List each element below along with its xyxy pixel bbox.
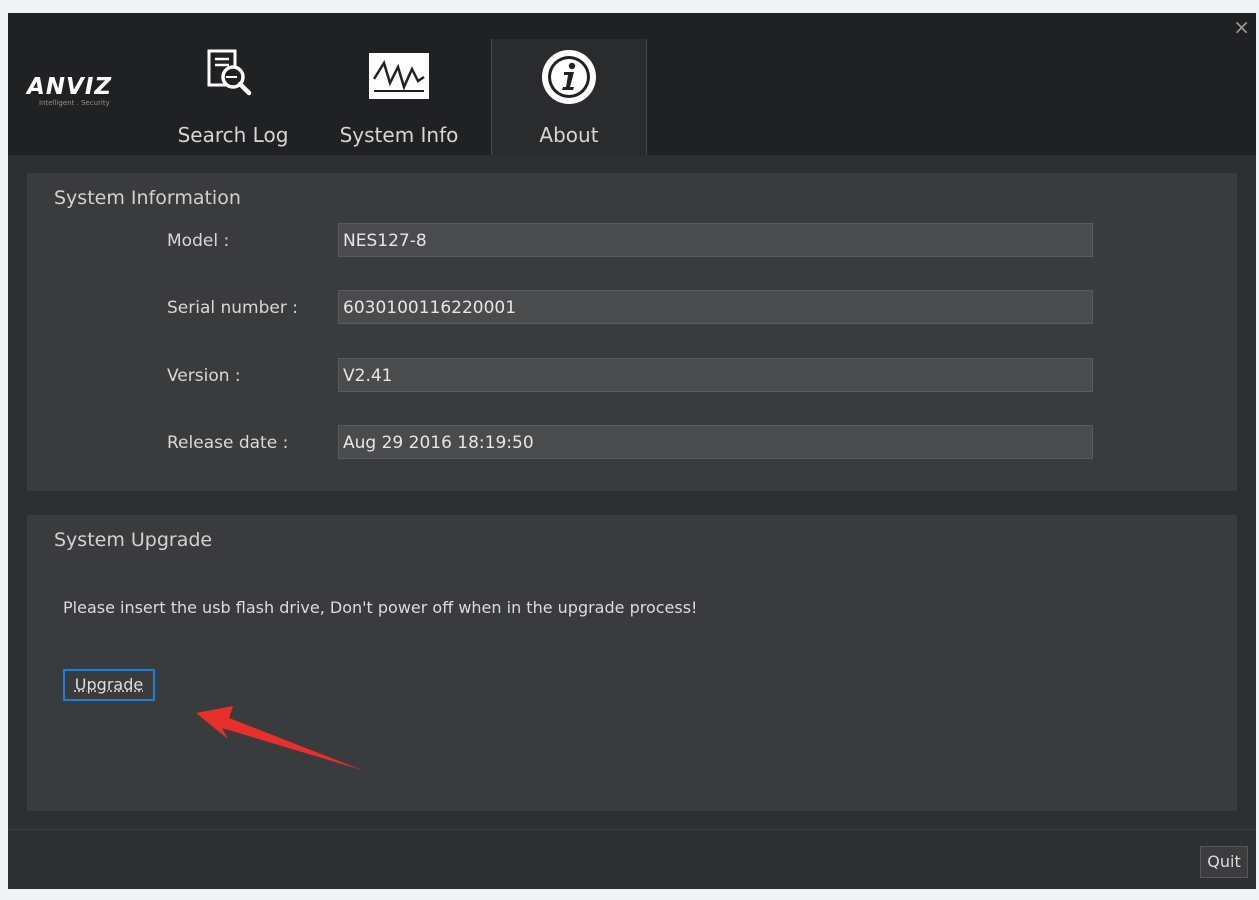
- tab-about-label: About: [539, 123, 599, 147]
- anviz-logo: ANVIZ Intelligent . Security: [27, 75, 147, 115]
- model-field[interactable]: NES127-8: [338, 223, 1093, 257]
- quit-button[interactable]: Quit: [1200, 846, 1248, 878]
- system-upgrade-title: System Upgrade: [54, 529, 213, 551]
- system-upgrade-panel: System Upgrade Please insert the usb fla…: [27, 515, 1237, 811]
- serial-number-field[interactable]: 6030100116220001: [338, 290, 1093, 324]
- release-date-field[interactable]: Aug 29 2016 18:19:50: [338, 425, 1093, 459]
- system-info-icon: [324, 47, 474, 109]
- model-label: Model :: [167, 231, 230, 251]
- logo-text: ANVIZ: [27, 74, 113, 100]
- system-information-panel: System Information Model : NES127-8 Seri…: [27, 173, 1237, 491]
- tab-search-log[interactable]: Search Log: [158, 39, 308, 155]
- upgrade-button-label: Upgrade: [74, 675, 144, 694]
- logo-tagline: Intelligent . Security: [39, 99, 110, 107]
- about-window: × ANVIZ Intelligent . Security Search Lo…: [8, 13, 1256, 889]
- info-icon: [492, 47, 646, 109]
- tab-search-log-label: Search Log: [177, 123, 289, 147]
- header-bar: × ANVIZ Intelligent . Security Search Lo…: [8, 13, 1256, 155]
- tab-about[interactable]: About: [491, 39, 647, 155]
- close-icon[interactable]: ×: [1233, 15, 1250, 39]
- serial-number-label: Serial number :: [167, 298, 298, 318]
- version-field[interactable]: V2.41: [338, 358, 1093, 392]
- system-information-title: System Information: [54, 187, 241, 209]
- release-date-label: Release date :: [167, 433, 289, 453]
- upgrade-button[interactable]: Upgrade: [63, 669, 155, 701]
- upgrade-notice: Please insert the usb flash drive, Don't…: [63, 598, 698, 617]
- tab-system-info-label: System Info: [339, 123, 459, 147]
- tab-system-info[interactable]: System Info: [324, 39, 474, 155]
- search-log-icon: [158, 47, 308, 109]
- footer-bar: Quit: [8, 829, 1256, 889]
- version-label: Version :: [167, 366, 241, 386]
